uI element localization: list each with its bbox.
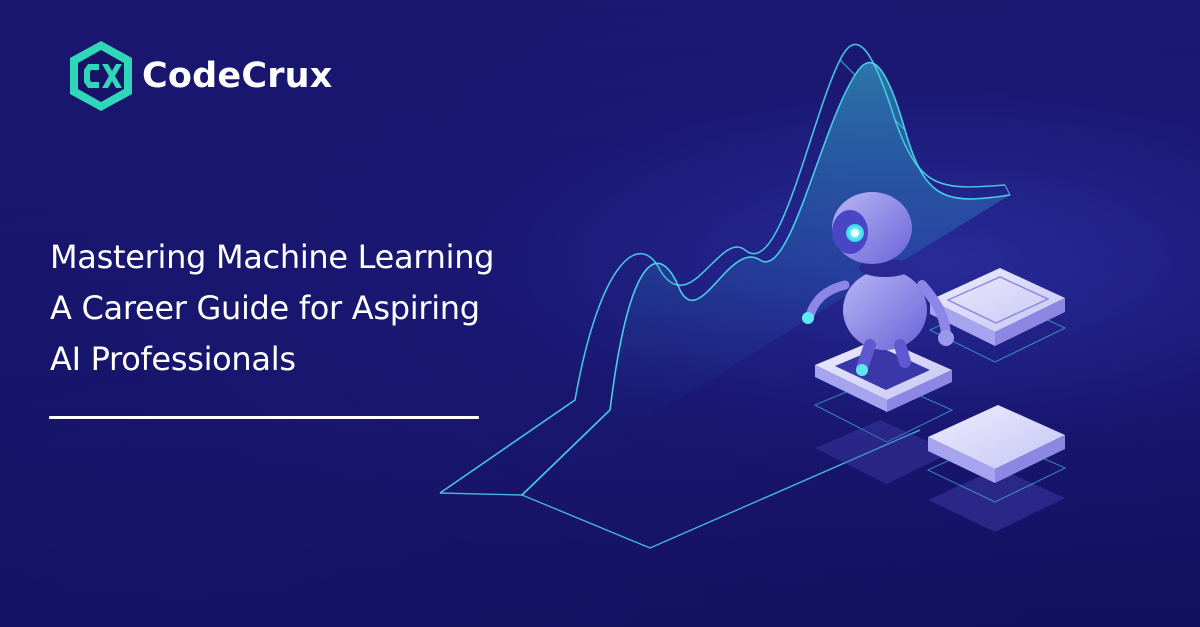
headline-line-1: Mastering Machine Learning (50, 238, 495, 276)
robot-platform (813, 338, 954, 484)
wave-front-line (521, 62, 1011, 496)
headline-divider (49, 416, 479, 419)
cx-hexagon-logo-icon (70, 41, 132, 111)
headline: Mastering Machine Learning A Career Guid… (50, 232, 494, 385)
brand-name: CodeCrux (142, 55, 333, 96)
brand-logo[interactable]: CodeCrux (66, 38, 333, 114)
tile-upper-right (928, 268, 1067, 363)
tile-lower-right (926, 405, 1067, 532)
headline-line-3: AI Professionals (50, 340, 296, 378)
headline-line-2: A Career Guide for Aspiring (50, 289, 480, 327)
